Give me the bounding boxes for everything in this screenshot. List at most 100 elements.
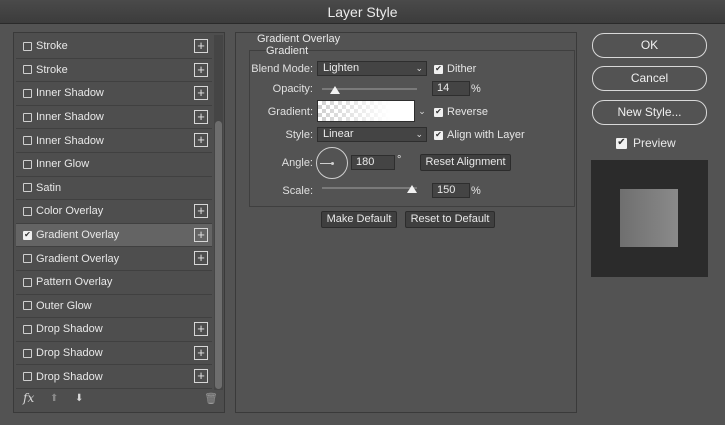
cancel-button[interactable]: Cancel [592, 66, 707, 91]
plus-icon[interactable]: + [194, 133, 208, 148]
angle-input[interactable]: 180 [351, 155, 395, 170]
dither-checkbox[interactable]: ✔ Dither [434, 63, 476, 75]
style-item-label: Inner Shadow [36, 111, 104, 124]
section-title: Gradient Overlay [257, 33, 341, 45]
style-checkbox[interactable] [23, 372, 32, 382]
blend-mode-select[interactable]: Lighten ⌄ [317, 61, 427, 76]
fx-button[interactable]: fx [23, 391, 34, 405]
scale-slider-thumb[interactable] [407, 185, 418, 193]
reset-to-default-button[interactable]: Reset to Default [405, 211, 495, 228]
style-checkbox[interactable] [23, 348, 32, 358]
blend-mode-value: Lighten [323, 62, 360, 74]
style-checkbox[interactable] [23, 254, 32, 264]
reverse-checkbox[interactable]: ✔ Reverse [434, 106, 488, 118]
styles-scrollbar[interactable] [214, 35, 223, 390]
style-item-label: Drop Shadow [36, 370, 103, 383]
preview-checkbox[interactable]: ✔ Preview [616, 136, 676, 150]
style-checkbox[interactable] [23, 183, 32, 193]
style-value: Linear [323, 128, 354, 140]
plus-icon[interactable]: + [194, 369, 208, 384]
arrow-down-icon[interactable]: ⬇ [75, 393, 83, 404]
angle-dial[interactable] [316, 147, 348, 179]
style-select[interactable]: Linear ⌄ [317, 127, 427, 142]
plus-icon[interactable]: + [194, 109, 208, 124]
style-item-label: Inner Shadow [36, 87, 104, 100]
reverse-label: Reverse [447, 106, 488, 118]
align-with-layer-checkbox[interactable]: ✔ Align with Layer [434, 129, 525, 141]
plus-icon[interactable]: + [194, 86, 208, 101]
plus-icon[interactable]: + [194, 39, 208, 53]
opacity-input[interactable]: 14 [432, 81, 470, 96]
style-item[interactable]: Satin [16, 177, 212, 201]
style-item[interactable]: Stroke + [16, 35, 212, 59]
preview-thumbnail [591, 160, 708, 277]
angle-label: Angle: [281, 157, 313, 169]
plus-icon[interactable]: + [194, 322, 208, 337]
style-checkbox[interactable] [23, 301, 32, 311]
gradient-swatch[interactable] [317, 100, 415, 122]
preview-check-icon: ✔ [616, 137, 627, 149]
chevron-down-icon: ⌄ [415, 63, 423, 73]
style-checkbox[interactable] [23, 112, 32, 122]
style-item[interactable]: Stroke + [16, 59, 212, 83]
style-item[interactable]: Drop Shadow + [16, 342, 212, 366]
style-checkbox[interactable]: ✔ [23, 230, 32, 240]
style-checkbox[interactable] [23, 65, 32, 75]
style-checkbox[interactable] [23, 277, 32, 287]
style-item-label: Color Overlay [36, 205, 104, 218]
opacity-slider-thumb[interactable] [330, 86, 341, 94]
blend-mode-label: Blend Mode: [251, 63, 313, 75]
style-item[interactable]: Gradient Overlay + [16, 247, 212, 271]
style-item-label: Drop Shadow [36, 323, 103, 336]
align-label: Align with Layer [447, 129, 525, 141]
styles-toolbar: fx ⬆ ⬇ 🗑 [14, 388, 224, 412]
plus-icon[interactable]: + [194, 227, 208, 242]
style-item-label: Inner Glow [36, 158, 90, 171]
style-checkbox[interactable] [23, 159, 32, 169]
style-item[interactable]: Drop Shadow + [16, 365, 212, 389]
ok-button[interactable]: OK [592, 33, 707, 58]
scale-slider[interactable] [322, 187, 417, 189]
dither-check-icon: ✔ [434, 64, 443, 74]
style-item-label: Stroke [36, 40, 68, 53]
arrow-up-icon[interactable]: ⬆ [50, 393, 58, 404]
style-item-label: Gradient Overlay [36, 229, 120, 242]
new-style-button[interactable]: New Style... [592, 100, 707, 125]
styles-list: Stroke + Stroke + Inner Shadow + Inner Shadow +… [16, 35, 212, 389]
scrollbar-thumb[interactable] [215, 121, 222, 389]
plus-icon[interactable]: + [194, 251, 208, 266]
opacity-unit: % [471, 83, 481, 95]
align-check-icon: ✔ [434, 130, 443, 140]
make-default-button[interactable]: Make Default [321, 211, 397, 228]
style-item[interactable]: Inner Shadow + [16, 106, 212, 130]
angle-unit: ° [397, 154, 402, 166]
scale-input[interactable]: 150 [432, 183, 470, 198]
style-item-label: Gradient Overlay [36, 252, 120, 265]
style-item[interactable]: Inner Shadow + [16, 82, 212, 106]
style-item[interactable]: Inner Shadow + [16, 129, 212, 153]
group-title: Gradient [266, 45, 309, 57]
reset-alignment-button[interactable]: Reset Alignment [420, 154, 511, 171]
style-checkbox[interactable] [23, 136, 32, 146]
trash-icon[interactable]: 🗑 [204, 392, 218, 405]
style-checkbox[interactable] [23, 324, 32, 334]
opacity-label: Opacity: [272, 83, 313, 95]
style-item[interactable]: ✔ Gradient Overlay + [16, 223, 212, 248]
style-item[interactable]: Color Overlay + [16, 200, 212, 224]
style-item[interactable]: Drop Shadow + [16, 318, 212, 342]
styles-panel: Stroke + Stroke + Inner Shadow + Inner Shadow +… [13, 32, 225, 413]
angle-dial-center [331, 162, 334, 165]
reverse-check-icon: ✔ [434, 107, 443, 117]
style-item[interactable]: Inner Glow [16, 153, 212, 177]
style-checkbox[interactable] [23, 41, 32, 51]
plus-icon[interactable]: + [194, 62, 208, 77]
style-item-label: Stroke [36, 63, 68, 76]
style-checkbox[interactable] [23, 206, 32, 216]
plus-icon[interactable]: + [194, 345, 208, 360]
style-checkbox[interactable] [23, 88, 32, 98]
scale-label: Scale: [282, 185, 313, 197]
style-item[interactable]: Outer Glow [16, 295, 212, 319]
chevron-down-icon[interactable]: ⌄ [416, 100, 428, 122]
style-item[interactable]: Pattern Overlay [16, 271, 212, 295]
plus-icon[interactable]: + [194, 204, 208, 219]
